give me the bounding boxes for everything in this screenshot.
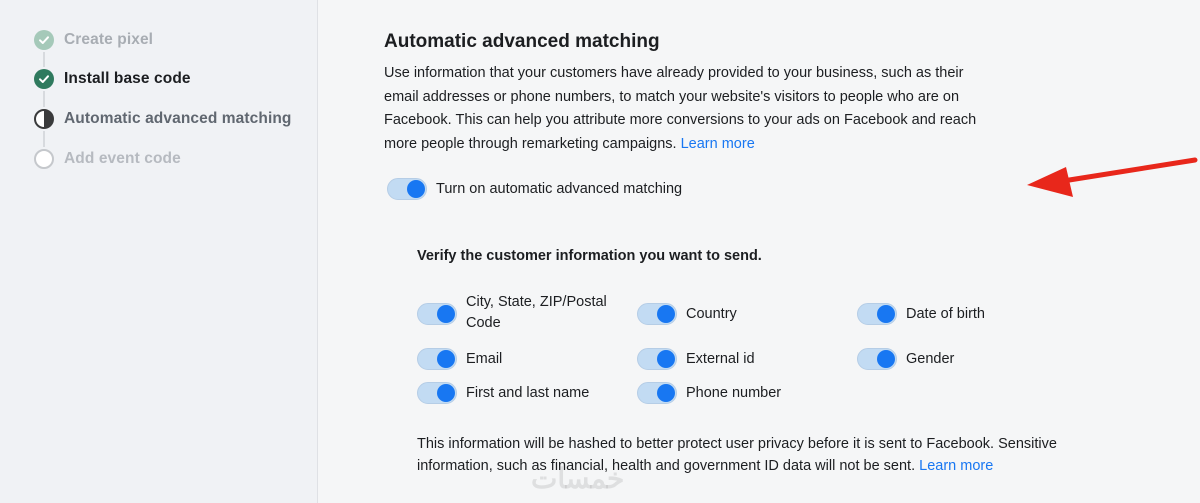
option-date-of-birth: Date of birth	[857, 303, 985, 325]
half-circle-icon	[34, 109, 54, 129]
toggle-knob	[437, 350, 455, 368]
option-city-state-zip: City, State, ZIP/Postal Code	[417, 294, 626, 334]
toggle-label: Turn on automatic advanced matching	[436, 181, 683, 197]
main-panel: Automatic advanced matching Use informat…	[319, 0, 1200, 503]
option-label: City, State, ZIP/Postal Code	[466, 294, 607, 331]
step-label: Automatic advanced matching	[64, 110, 292, 127]
step-install-base-code[interactable]: Install base code	[34, 67, 191, 91]
step-add-event-code[interactable]: Add event code	[34, 147, 181, 171]
city-state-zip-toggle[interactable]	[417, 303, 457, 325]
option-label: External id	[686, 350, 755, 367]
check-circle-icon	[34, 69, 54, 89]
privacy-note: This information will be hashed to bette…	[417, 433, 1057, 477]
option-label: Country	[686, 305, 737, 322]
step-connector	[43, 52, 45, 67]
email-toggle[interactable]	[417, 348, 457, 370]
automatic-matching-toggle-row: Turn on automatic advanced matching	[387, 178, 682, 200]
option-phone-number: Phone number	[637, 382, 781, 404]
option-label: Gender	[906, 350, 955, 367]
watermark: خمسات	[531, 463, 625, 494]
toggle-knob	[657, 350, 675, 368]
step-label: Add event code	[64, 150, 181, 167]
first-last-name-toggle[interactable]	[417, 382, 457, 404]
empty-circle-icon	[34, 149, 54, 169]
option-label: Phone number	[686, 384, 782, 401]
verify-title: Verify the customer information you want…	[417, 248, 762, 264]
automatic-matching-toggle[interactable]	[387, 178, 427, 200]
toggle-knob	[437, 384, 455, 402]
gender-toggle[interactable]	[857, 348, 897, 370]
option-gender: Gender	[857, 348, 954, 370]
country-toggle[interactable]	[637, 303, 677, 325]
toggle-knob	[657, 384, 675, 402]
phone-number-toggle[interactable]	[637, 382, 677, 404]
toggle-knob	[877, 305, 895, 323]
option-label: First and last name	[466, 384, 590, 401]
section-description: Use information that your customers have…	[384, 62, 984, 156]
setup-steps-sidebar: Create pixel Install base code Automatic…	[0, 0, 318, 503]
learn-more-link[interactable]: Learn more	[681, 136, 755, 152]
footer-learn-more-link[interactable]: Learn more	[919, 458, 993, 474]
option-country: Country	[637, 303, 737, 325]
step-label: Create pixel	[64, 31, 154, 48]
date-of-birth-toggle[interactable]	[857, 303, 897, 325]
red-arrow-annotation	[1027, 157, 1198, 197]
check-circle-icon	[34, 30, 54, 50]
section-title: Automatic advanced matching	[384, 31, 660, 52]
option-external-id: External id	[637, 348, 755, 370]
step-automatic-advanced-matching[interactable]: Automatic advanced matching	[34, 107, 292, 131]
toggle-knob	[407, 180, 425, 198]
toggle-knob	[877, 350, 895, 368]
step-connector	[43, 131, 45, 147]
step-create-pixel[interactable]: Create pixel	[34, 28, 153, 52]
step-connector	[43, 91, 45, 107]
option-label: Date of birth	[906, 305, 985, 322]
step-label: Install base code	[64, 70, 191, 87]
external-id-toggle[interactable]	[637, 348, 677, 370]
option-label: Email	[466, 350, 503, 367]
option-email: Email	[417, 348, 502, 370]
toggle-knob	[437, 305, 455, 323]
option-first-last-name: First and last name	[417, 382, 589, 404]
toggle-knob	[657, 305, 675, 323]
